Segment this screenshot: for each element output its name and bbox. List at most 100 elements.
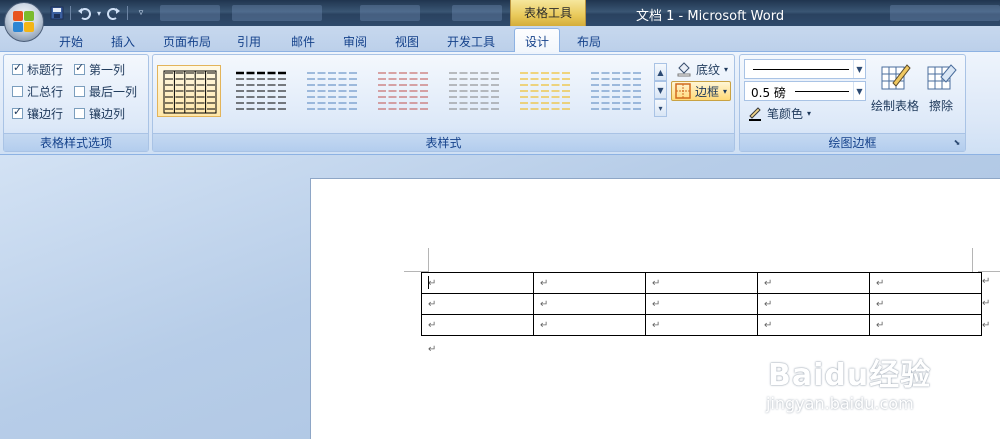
scroll-down-icon[interactable]: ▼ (654, 81, 667, 99)
table-cell[interactable]: ↵ (645, 314, 758, 336)
table-style-thumbnail[interactable] (512, 65, 576, 117)
pen-icon (749, 107, 761, 121)
tab-mailings[interactable]: 邮件 (282, 30, 324, 52)
chevron-down-icon[interactable]: ▾ (95, 4, 103, 22)
gallery-scrollbar[interactable]: ▲ ▼ ▾ (654, 63, 667, 119)
watermark-url: jingyan.baidu.com (766, 394, 914, 413)
table-cell[interactable]: ↵ (757, 272, 870, 294)
group-draw-borders: ▼ 0.5 磅 ▼ 笔颜色 ▾ 绘制表格 擦除 绘图边框 ⬊ (739, 54, 966, 152)
checkbox-icon (74, 61, 85, 75)
crop-mark (972, 248, 973, 272)
background-window-ghost (452, 5, 502, 21)
table-cell[interactable]: ↵ (421, 293, 534, 315)
table-tools-context-header: 表格工具 (510, 0, 586, 26)
chevron-down-icon: ▾ (724, 64, 729, 74)
checkbox-banded-columns[interactable]: 镶边列 (74, 105, 125, 122)
crop-mark (428, 248, 429, 272)
title-bar: ▾ ▿ 表格工具 文档 1 - Microsoft Word (0, 0, 1000, 26)
checkbox-icon (12, 61, 23, 75)
borders-button[interactable]: 边框 ▾ (671, 81, 732, 101)
eraser-button[interactable]: 擦除 (918, 61, 964, 125)
line-weight-dropdown[interactable]: 0.5 磅 ▼ (744, 81, 866, 101)
checkbox-icon (74, 108, 85, 119)
pen-color-button[interactable]: 笔颜色 ▾ (744, 103, 814, 123)
ribbon-tab-row: 开始 插入 页面布局 引用 邮件 审阅 视图 开发工具 设计 布局 (0, 26, 1000, 53)
shading-button[interactable]: 底纹 ▾ (673, 59, 731, 79)
line-style-dropdown[interactable]: ▼ (744, 59, 866, 79)
table-cell[interactable]: ↵ (757, 314, 870, 336)
tab-references[interactable]: 引用 (228, 30, 270, 52)
table-row: ↵ ↵ ↵ ↵ ↵ (421, 293, 982, 315)
table-style-preview-icon (163, 70, 217, 114)
draw-table-icon (881, 64, 911, 90)
scroll-up-icon[interactable]: ▲ (654, 63, 667, 81)
group-table-style-options: 标题行 第一列 汇总行 最后一列 镶边行 镶边列 表格样式选项 (3, 54, 149, 152)
tab-developer[interactable]: 开发工具 (440, 30, 502, 52)
draw-table-button[interactable]: 绘制表格 (868, 61, 922, 125)
group-label: 表格样式选项 (4, 133, 148, 151)
checkbox-header-row[interactable]: 标题行 (12, 61, 63, 78)
table-row: ↵ ↵ ↵ ↵ ↵ (421, 272, 982, 294)
table-style-preview-icon (378, 72, 428, 110)
redo-icon[interactable] (105, 4, 123, 22)
tab-layout[interactable]: 布局 (568, 30, 610, 52)
table-cell[interactable]: ↵ (533, 293, 646, 315)
borders-icon (675, 83, 691, 99)
table-cell[interactable]: ↵ (645, 293, 758, 315)
checkbox-banded-rows[interactable]: 镶边行 (12, 105, 63, 122)
office-button[interactable] (4, 2, 44, 42)
table-cell[interactable]: ↵ (645, 272, 758, 294)
save-icon[interactable] (48, 4, 66, 22)
line-weight-sample (795, 91, 849, 92)
table-style-preview-icon (520, 72, 570, 110)
table-style-thumbnail[interactable] (370, 65, 434, 117)
background-window-ghost (160, 5, 220, 21)
dialog-launcher-icon[interactable]: ⬊ (952, 138, 962, 148)
tab-design[interactable]: 设计 (514, 28, 560, 53)
table-cell[interactable]: ↵ (869, 293, 982, 315)
table-cell[interactable]: ↵ (421, 272, 534, 294)
table-style-thumbnail[interactable] (583, 65, 647, 117)
ribbon: 标题行 第一列 汇总行 最后一列 镶边行 镶边列 表格样式选项 ▲ ▼ ▾ 底纹… (0, 52, 1000, 155)
chevron-down-icon: ▾ (807, 108, 812, 118)
document-table[interactable]: ↵ ↵ ↵ ↵ ↵ ↵ ↵ ↵ ↵ ↵ ↵ ↵ ↵ ↵ ↵ (421, 272, 982, 336)
tab-page-layout[interactable]: 页面布局 (156, 30, 218, 52)
undo-icon[interactable] (75, 4, 93, 22)
checkbox-total-row[interactable]: 汇总行 (12, 83, 63, 100)
group-label: 绘图边框 (740, 133, 965, 151)
table-cell[interactable]: ↵ (533, 272, 646, 294)
table-style-preview-icon (236, 71, 286, 110)
table-style-thumbnail[interactable] (228, 65, 292, 117)
row-end-mark: ↵ (982, 298, 991, 309)
checkbox-first-column[interactable]: 第一列 (74, 61, 125, 78)
table-style-thumbnail[interactable] (441, 65, 505, 117)
table-cell[interactable]: ↵ (421, 314, 534, 336)
gallery-more-icon[interactable]: ▾ (654, 99, 667, 117)
table-cell[interactable]: ↵ (869, 272, 982, 294)
window-title: 文档 1 - Microsoft Word (636, 9, 785, 24)
tab-home[interactable]: 开始 (50, 30, 92, 52)
chevron-down-icon: ▼ (853, 60, 865, 78)
toolbar-separator (127, 6, 128, 20)
table-style-preview-icon (307, 72, 357, 110)
table-cell[interactable]: ↵ (533, 314, 646, 336)
table-cell[interactable]: ↵ (757, 293, 870, 315)
table-style-preview-icon (449, 72, 499, 110)
tab-review[interactable]: 审阅 (334, 30, 376, 52)
table-cell[interactable]: ↵ (869, 314, 982, 336)
background-window-ghost (232, 5, 322, 21)
customize-icon[interactable]: ▿ (132, 4, 150, 22)
background-window-ghost (890, 5, 1000, 21)
background-window-ghost (360, 5, 420, 21)
watermark-logo: Baidu经验 (768, 358, 932, 393)
paragraph-mark: ↵ (428, 344, 437, 355)
tab-view[interactable]: 视图 (386, 30, 428, 52)
tab-insert[interactable]: 插入 (102, 30, 144, 52)
office-logo-icon (13, 11, 35, 33)
table-style-thumbnail[interactable] (157, 65, 221, 117)
table-style-thumbnail[interactable] (299, 65, 363, 117)
row-end-mark: ↵ (982, 276, 991, 287)
checkbox-last-column[interactable]: 最后一列 (74, 83, 137, 100)
row-end-mark: ↵ (982, 320, 991, 331)
table-style-preview-icon (591, 72, 641, 110)
